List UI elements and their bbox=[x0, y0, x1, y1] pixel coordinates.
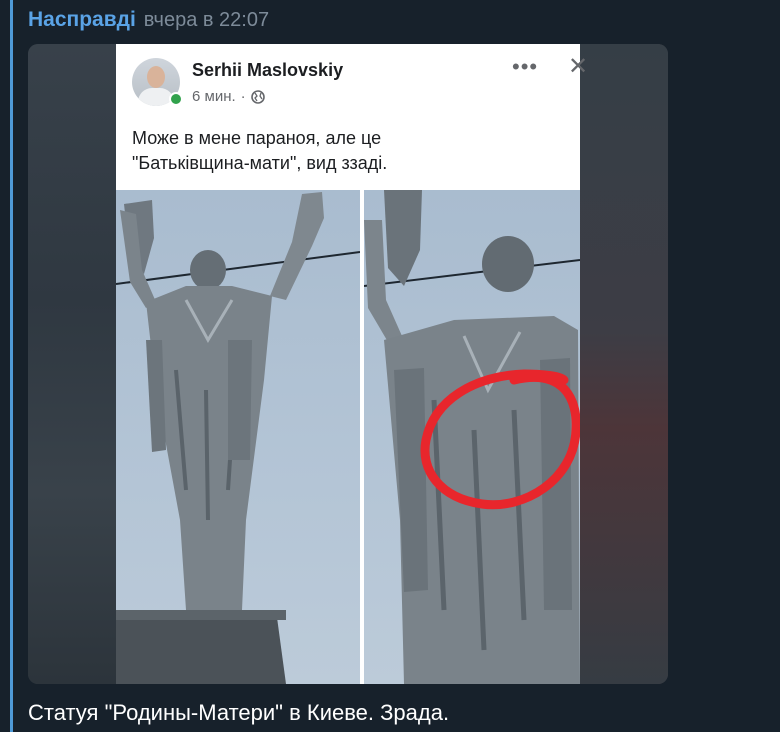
message-timestamp: вчера в 22:07 bbox=[143, 9, 270, 31]
post-time: 6 мин. bbox=[192, 88, 236, 105]
channel-name-link[interactable]: Насправді bbox=[28, 8, 136, 32]
globe-icon bbox=[250, 89, 265, 104]
post-text: Може в мене параноя, але це "Батьківщина… bbox=[132, 126, 562, 176]
post-meta: 6 мин. · bbox=[192, 88, 265, 105]
facebook-post-screenshot: Serhii Maslovskiy 6 мин. · ••• ✕ Може в … bbox=[116, 44, 588, 190]
online-status-dot bbox=[169, 92, 183, 106]
post-text-line: "Батьківщина-мати", вид ззаді. bbox=[132, 153, 388, 173]
photo-blur-right bbox=[580, 44, 668, 684]
close-icon: ✕ bbox=[568, 53, 589, 80]
post-author: Serhii Maslovskiy bbox=[192, 60, 344, 80]
photo-blur-left bbox=[28, 44, 116, 684]
post-text-line: Може в мене параноя, але це bbox=[132, 128, 382, 148]
message-header: Насправді вчера в 22:07 bbox=[28, 8, 269, 36]
meta-separator: · bbox=[240, 88, 246, 105]
message-photo[interactable]: Serhii Maslovskiy 6 мин. · ••• ✕ Може в … bbox=[28, 44, 668, 684]
message-caption: Статуя "Родины-Матери" в Киеве. Зрада. bbox=[28, 700, 450, 725]
statue-photo-left bbox=[116, 190, 360, 684]
statue-photo-right bbox=[364, 190, 580, 684]
more-options-icon: ••• bbox=[512, 54, 539, 79]
message-quote-bar bbox=[10, 0, 13, 732]
